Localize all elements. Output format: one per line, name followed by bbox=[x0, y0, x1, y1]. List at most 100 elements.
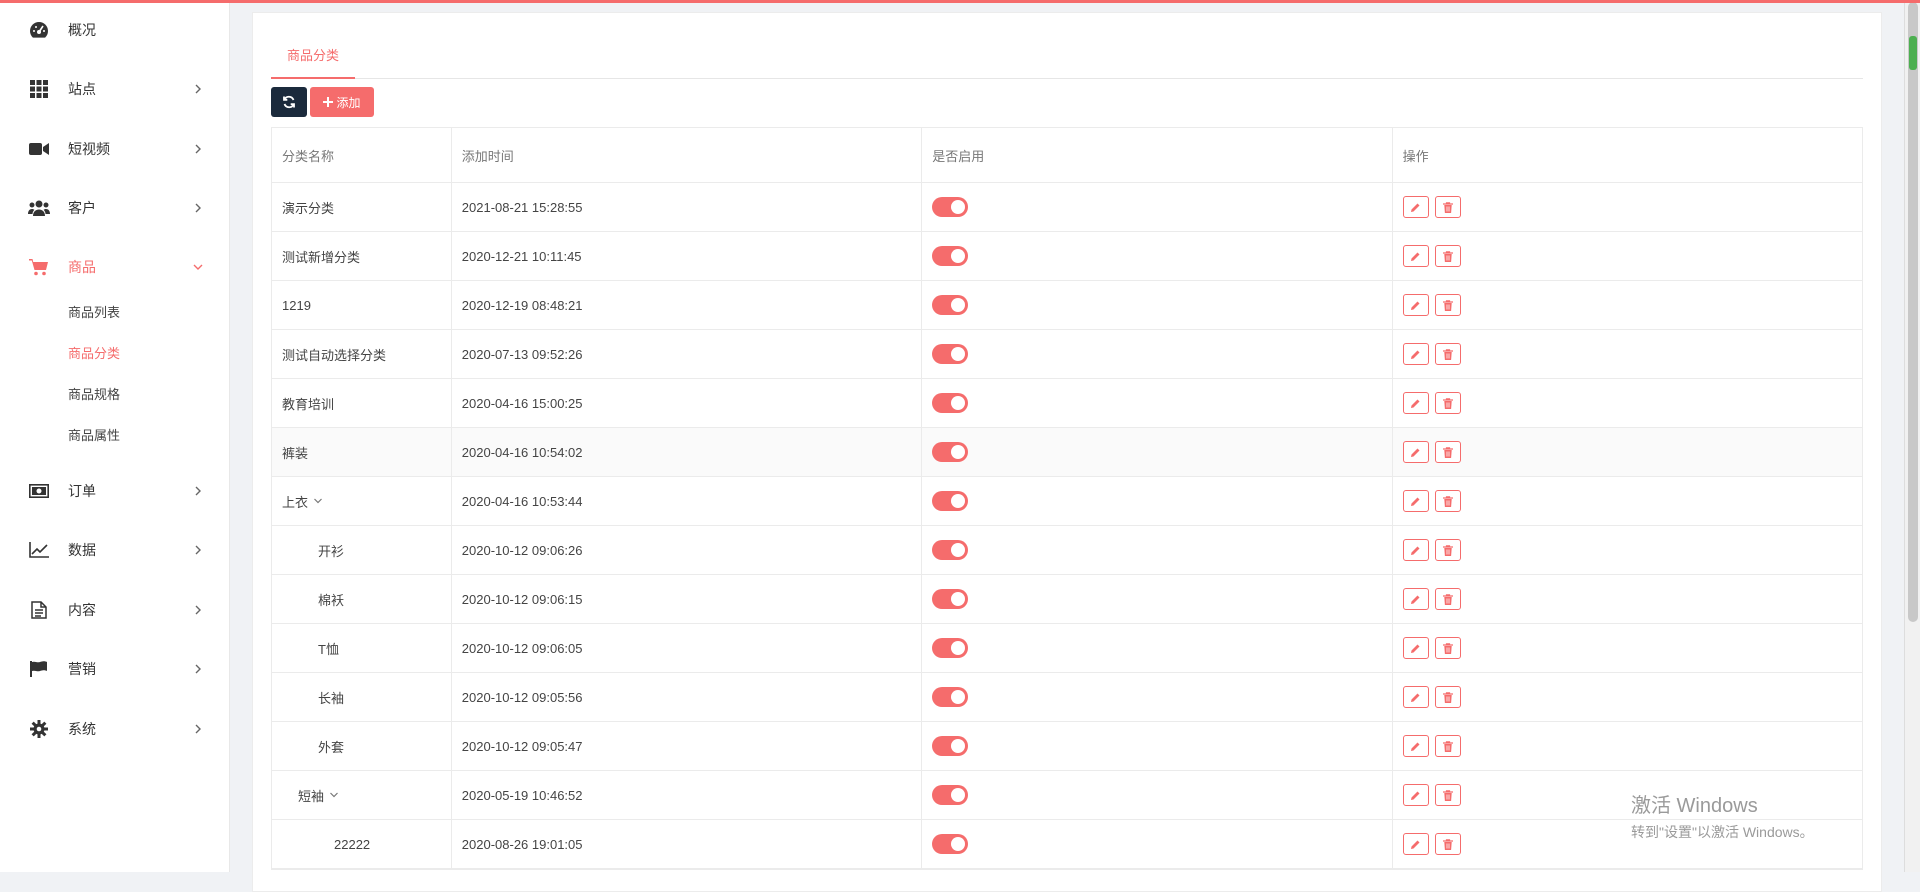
enabled-cell bbox=[922, 330, 1393, 378]
sidebar-subitem-goods-attribute[interactable]: 商品属性 bbox=[68, 421, 120, 451]
edit-button[interactable] bbox=[1402, 196, 1429, 218]
sidebar-item-content[interactable]: 内容 bbox=[0, 590, 230, 630]
add-button[interactable]: 添加 bbox=[310, 87, 374, 117]
trash-icon bbox=[1442, 838, 1453, 850]
sidebar-item-marketing[interactable]: 营销 bbox=[0, 649, 230, 689]
enabled-cell bbox=[922, 722, 1393, 770]
pencil-icon bbox=[1411, 840, 1420, 849]
sidebar-subitem-goods-list[interactable]: 商品列表 bbox=[68, 298, 120, 328]
table-row: 开衫 2020-10-12 09:06:26 bbox=[272, 526, 1862, 575]
edit-button[interactable] bbox=[1402, 539, 1429, 561]
actions-cell bbox=[1393, 379, 1862, 427]
sidebar-item-goods[interactable]: 商品 bbox=[0, 247, 230, 287]
scrollbar-thumb[interactable] bbox=[1908, 2, 1918, 622]
enabled-toggle[interactable] bbox=[932, 540, 969, 560]
delete-button[interactable] bbox=[1434, 294, 1461, 316]
delete-button[interactable] bbox=[1434, 441, 1461, 463]
table-row: 长袖 2020-10-12 09:05:56 bbox=[272, 673, 1862, 722]
edit-button[interactable] bbox=[1402, 245, 1429, 267]
enabled-toggle[interactable] bbox=[932, 785, 969, 805]
sidebar-subitem-goods-category[interactable]: 商品分类 bbox=[68, 339, 120, 369]
sidebar-item-label: 营销 bbox=[68, 661, 96, 677]
sidebar: 概况 站点 短视频 客户 商品 商品列表 商品分类 商品规格 商品属性 订单 数… bbox=[0, 0, 230, 872]
sidebar-item-order[interactable]: 订单 bbox=[0, 471, 230, 511]
delete-button[interactable] bbox=[1434, 588, 1461, 610]
flag-icon bbox=[28, 658, 50, 680]
chevron-down-icon[interactable] bbox=[313, 496, 323, 506]
sidebar-item-system[interactable]: 系统 bbox=[0, 709, 230, 749]
refresh-button[interactable] bbox=[271, 87, 307, 117]
enabled-cell bbox=[922, 820, 1393, 868]
enabled-toggle[interactable] bbox=[932, 442, 969, 462]
edit-button[interactable] bbox=[1402, 490, 1429, 512]
table-row: 1219 2020-12-19 08:48:21 bbox=[272, 281, 1862, 330]
table-row: 上衣 2020-04-16 10:53:44 bbox=[272, 477, 1862, 526]
dashboard-icon bbox=[28, 19, 50, 41]
enabled-toggle[interactable] bbox=[932, 491, 969, 511]
table-row: 棉袄 2020-10-12 09:06:15 bbox=[272, 575, 1862, 624]
enabled-toggle[interactable] bbox=[932, 246, 969, 266]
edit-button[interactable] bbox=[1402, 343, 1429, 365]
enabled-toggle[interactable] bbox=[932, 344, 969, 364]
enabled-toggle[interactable] bbox=[932, 393, 969, 413]
delete-button[interactable] bbox=[1434, 686, 1461, 708]
edit-button[interactable] bbox=[1402, 735, 1429, 757]
delete-button[interactable] bbox=[1434, 245, 1461, 267]
sidebar-item-short-video[interactable]: 短视频 bbox=[0, 129, 230, 169]
sidebar-item-label: 概况 bbox=[68, 22, 96, 38]
table-row: 测试自动选择分类 2020-07-13 09:52:26 bbox=[272, 330, 1862, 379]
vertical-scrollbar[interactable] bbox=[1904, 0, 1920, 872]
category-name-cell: T恤 bbox=[272, 624, 452, 672]
enabled-toggle[interactable] bbox=[932, 589, 969, 609]
edit-button[interactable] bbox=[1402, 392, 1429, 414]
delete-button[interactable] bbox=[1434, 539, 1461, 561]
enabled-toggle[interactable] bbox=[932, 834, 969, 854]
enabled-cell bbox=[922, 379, 1393, 427]
enabled-toggle[interactable] bbox=[932, 197, 969, 217]
category-name-cell: 棉袄 bbox=[272, 575, 452, 623]
pencil-icon bbox=[1411, 301, 1420, 310]
edit-button[interactable] bbox=[1402, 686, 1429, 708]
delete-button[interactable] bbox=[1434, 784, 1461, 806]
add-time-cell: 2020-08-26 19:01:05 bbox=[452, 820, 923, 868]
enabled-toggle[interactable] bbox=[932, 638, 969, 658]
sidebar-item-customer[interactable]: 客户 bbox=[0, 188, 230, 228]
delete-button[interactable] bbox=[1434, 392, 1461, 414]
enabled-toggle[interactable] bbox=[932, 295, 969, 315]
actions-cell bbox=[1393, 183, 1862, 231]
pencil-icon bbox=[1411, 693, 1420, 702]
sidebar-subitem-goods-spec[interactable]: 商品规格 bbox=[68, 380, 120, 410]
tab-goods-category[interactable]: 商品分类 bbox=[271, 33, 356, 79]
delete-button[interactable] bbox=[1434, 490, 1461, 512]
edit-button[interactable] bbox=[1402, 833, 1429, 855]
edit-button[interactable] bbox=[1402, 441, 1429, 463]
sidebar-item-site[interactable]: 站点 bbox=[0, 69, 230, 109]
chevron-down-icon[interactable] bbox=[329, 790, 339, 800]
edit-button[interactable] bbox=[1402, 637, 1429, 659]
enabled-toggle[interactable] bbox=[932, 736, 969, 756]
edit-button[interactable] bbox=[1402, 784, 1429, 806]
watermark-subtitle: 转到"设置"以激活 Windows。 bbox=[1631, 824, 1814, 840]
enabled-cell bbox=[922, 673, 1393, 721]
delete-button[interactable] bbox=[1434, 343, 1461, 365]
actions-cell bbox=[1393, 330, 1862, 378]
pencil-icon bbox=[1411, 448, 1420, 457]
edit-button[interactable] bbox=[1402, 294, 1429, 316]
sidebar-item-data[interactable]: 数据 bbox=[0, 530, 230, 570]
actions-cell bbox=[1393, 722, 1862, 770]
plus-icon bbox=[323, 97, 334, 107]
category-name: 裤装 bbox=[282, 445, 309, 461]
sidebar-item-overview[interactable]: 概况 bbox=[0, 10, 230, 50]
edit-button[interactable] bbox=[1402, 588, 1429, 610]
line-chart-icon bbox=[28, 539, 50, 561]
delete-button[interactable] bbox=[1434, 637, 1461, 659]
delete-button[interactable] bbox=[1434, 196, 1461, 218]
enabled-cell bbox=[922, 771, 1393, 819]
enabled-toggle[interactable] bbox=[932, 687, 969, 707]
trash-icon bbox=[1442, 740, 1453, 752]
chevron-right-icon bbox=[195, 724, 201, 734]
video-icon bbox=[28, 138, 50, 160]
delete-button[interactable] bbox=[1434, 833, 1461, 855]
delete-button[interactable] bbox=[1434, 735, 1461, 757]
add-time-cell: 2020-12-21 10:11:45 bbox=[452, 232, 923, 280]
